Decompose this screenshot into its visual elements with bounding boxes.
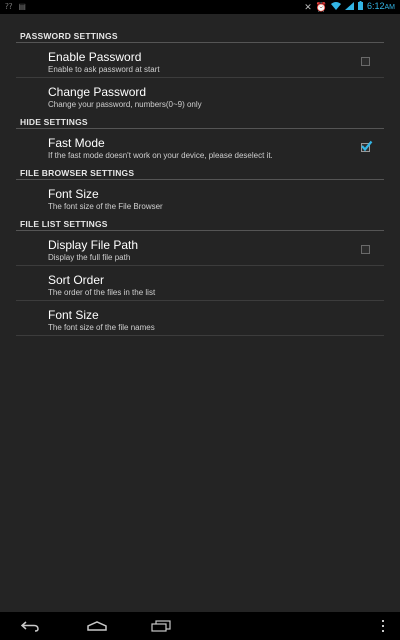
section-header-file-list: FILE LIST SETTINGS: [16, 214, 384, 231]
menu-overflow-icon[interactable]: [378, 618, 388, 634]
pref-summary: If the fast mode doesn't work on your de…: [48, 151, 273, 160]
pref-summary: The font size of the File Browser: [48, 202, 163, 211]
status-bar: ⁇ ▤ ✕ ⏰ 6:12AM: [0, 0, 400, 14]
pref-summary: Display the full file path: [48, 253, 131, 262]
display-file-path-checkbox[interactable]: [361, 245, 370, 254]
pref-summary: The font size of the file names: [48, 323, 155, 332]
pref-summary: Change your password, numbers(0~9) only: [48, 100, 202, 109]
pref-title: Font Size: [48, 308, 99, 322]
pref-sort-order[interactable]: Sort Order The order of the files in the…: [16, 266, 384, 301]
pref-list-font-size[interactable]: Font Size The font size of the file name…: [16, 301, 384, 336]
pref-display-file-path[interactable]: Display File Path Display the full file …: [16, 231, 384, 266]
pref-title: Sort Order: [48, 273, 105, 287]
wifi-icon: [330, 0, 341, 14]
section-header-file-browser: FILE BROWSER SETTINGS: [16, 163, 384, 180]
pref-enable-password[interactable]: Enable Password Enable to ask password a…: [16, 43, 384, 78]
navigation-bar: [0, 612, 400, 640]
pref-summary: The order of the files in the list: [48, 288, 156, 297]
fast-mode-checkbox[interactable]: [361, 140, 373, 152]
pref-title: Fast Mode: [48, 136, 105, 150]
pref-change-password[interactable]: Change Password Change your password, nu…: [16, 78, 384, 112]
mute-icon: ✕: [304, 2, 312, 12]
signal-icon: [344, 0, 354, 14]
home-icon[interactable]: [86, 618, 108, 634]
pref-fast-mode[interactable]: Fast Mode If the fast mode doesn't work …: [16, 129, 384, 163]
pref-title: Enable Password: [48, 50, 142, 64]
notification-icon: ⁇: [5, 2, 13, 11]
pref-title: Change Password: [48, 85, 147, 99]
battery-icon: [357, 0, 363, 14]
pref-summary: Enable to ask password at start: [48, 65, 160, 74]
alarm-icon: ⏰: [315, 2, 327, 12]
pref-title: Font Size: [48, 187, 99, 201]
section-header-password: PASSWORD SETTINGS: [16, 26, 384, 43]
pref-title: Display File Path: [48, 238, 139, 252]
enable-password-checkbox[interactable]: [361, 57, 370, 66]
back-icon[interactable]: [20, 618, 40, 634]
pref-browser-font-size[interactable]: Font Size The font size of the File Brow…: [16, 180, 384, 214]
download-icon: ▤: [18, 2, 26, 11]
settings-list: PASSWORD SETTINGS Enable Password Enable…: [16, 26, 384, 336]
recent-apps-icon[interactable]: [150, 618, 172, 634]
section-header-hide: HIDE SETTINGS: [16, 112, 384, 129]
check-icon: [361, 140, 373, 152]
clock: 6:12AM: [366, 1, 395, 11]
